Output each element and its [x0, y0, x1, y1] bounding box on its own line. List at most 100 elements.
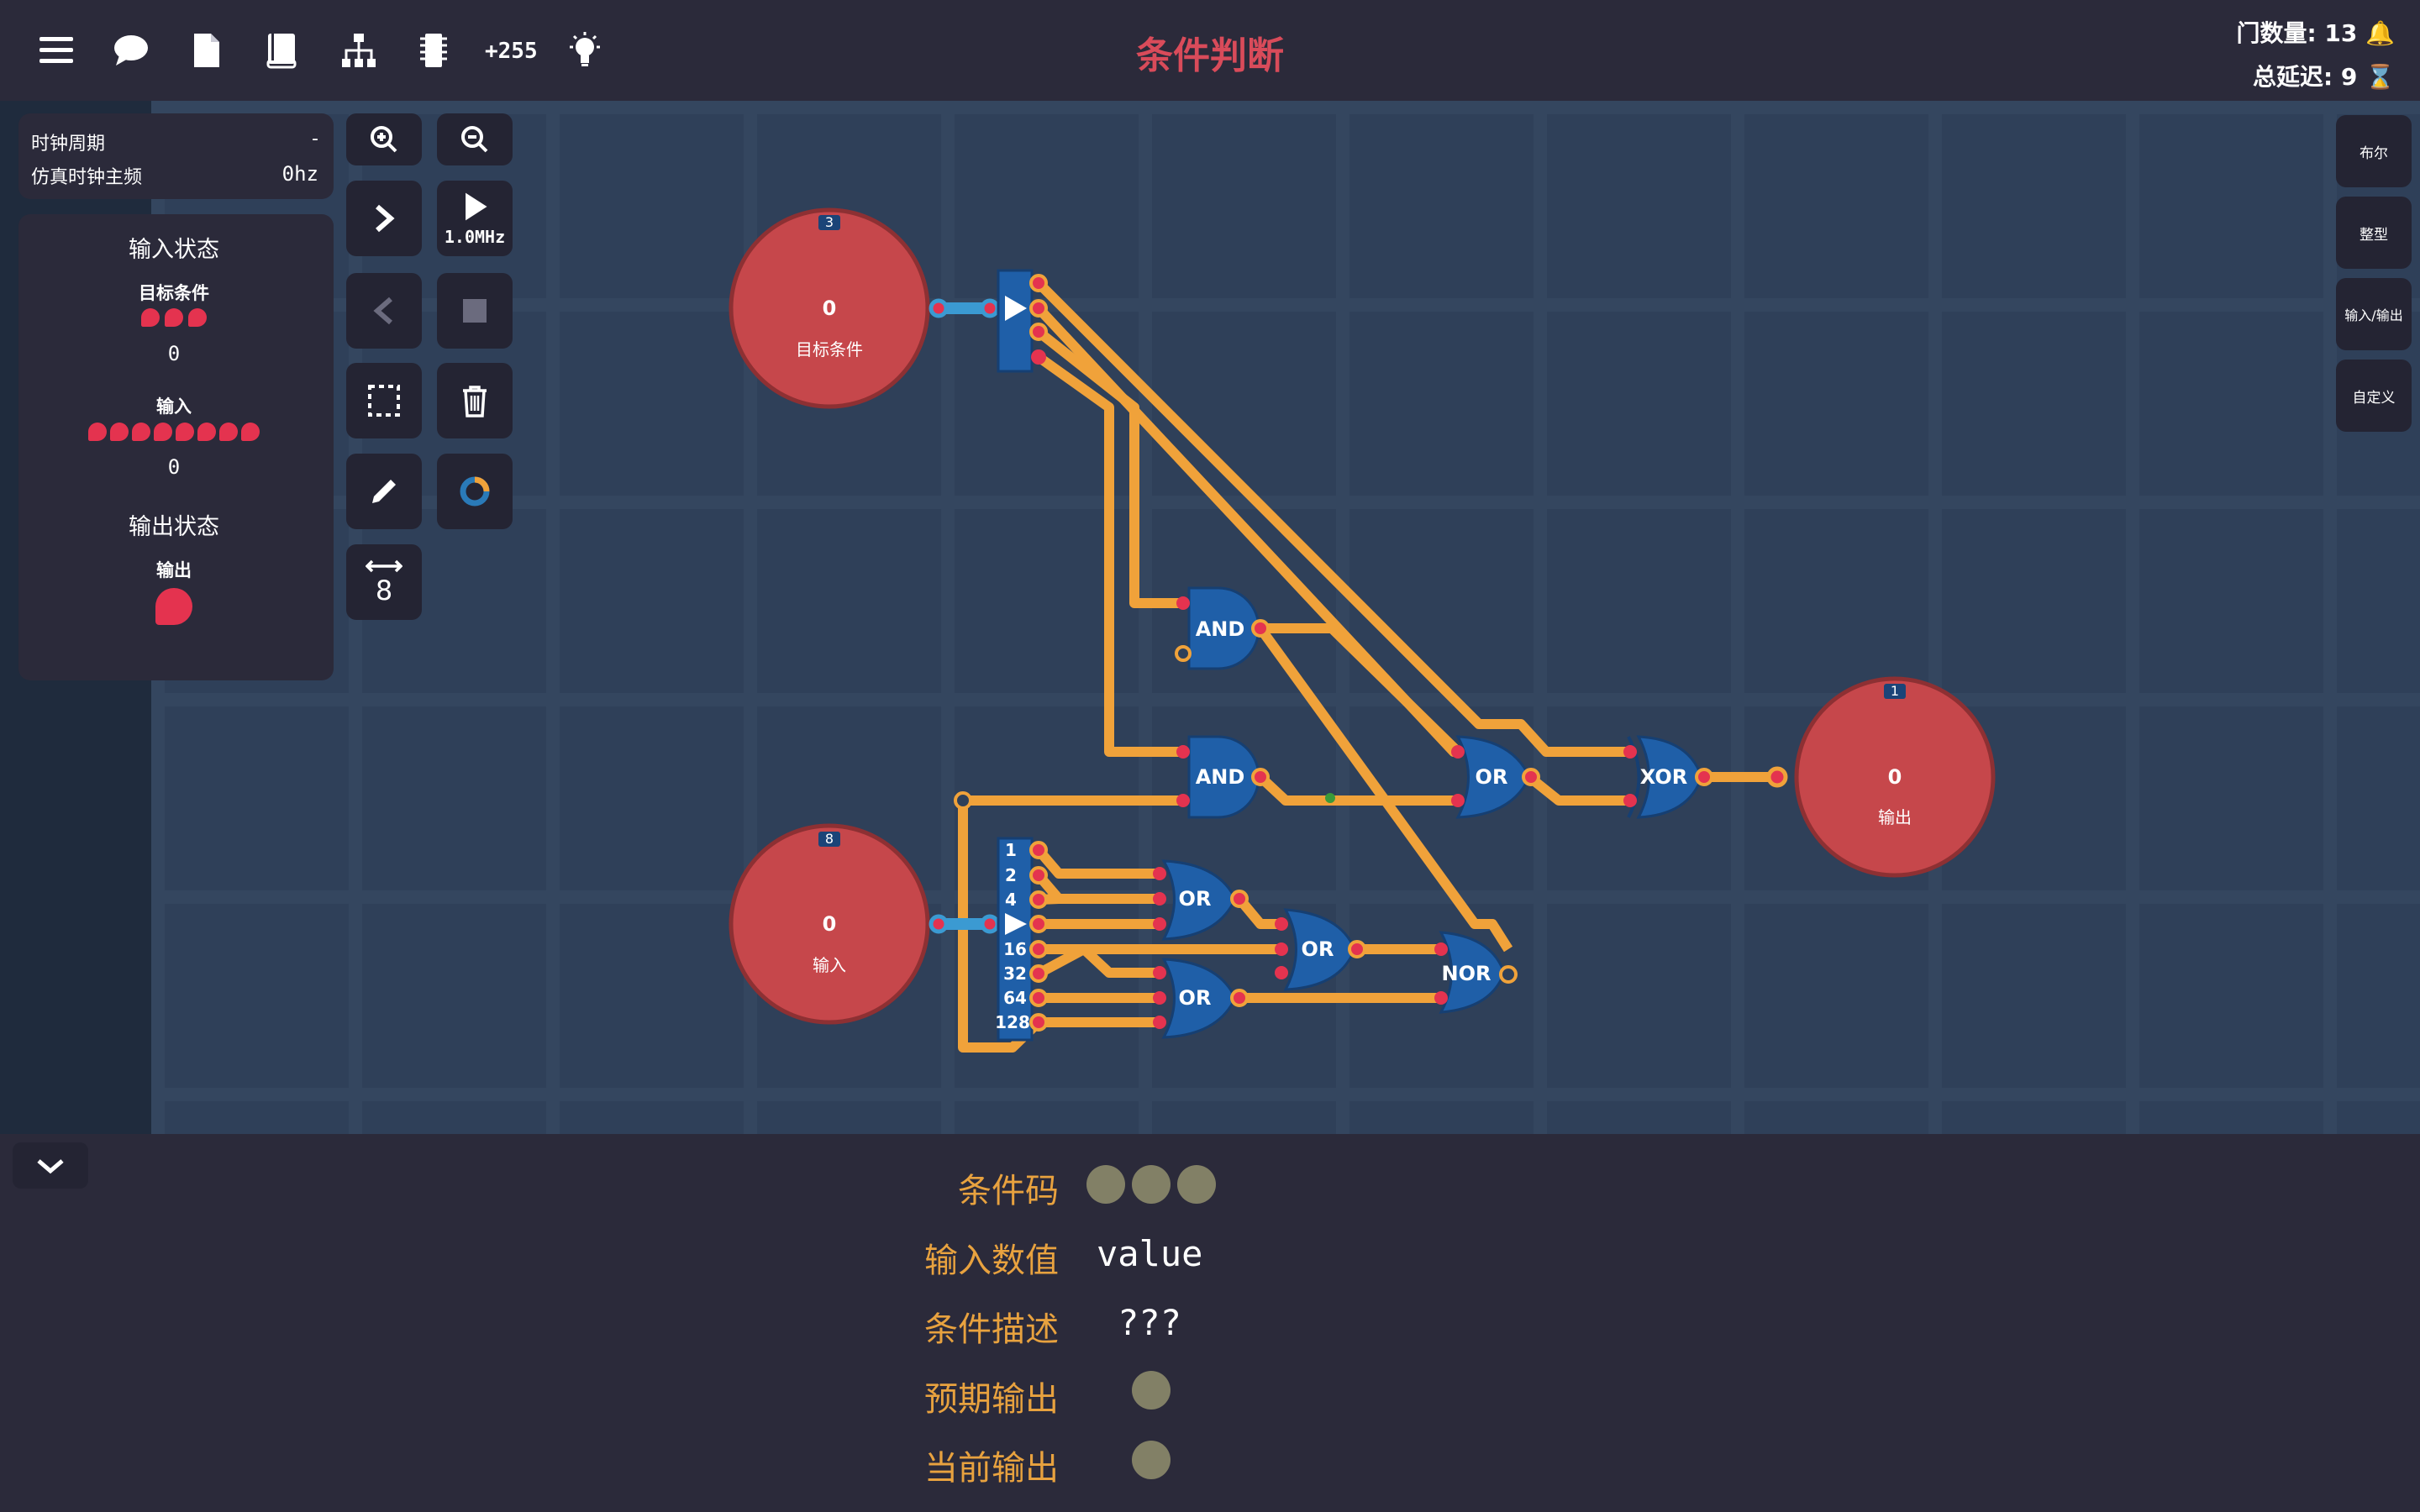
condition-bit: [1132, 1165, 1171, 1204]
bit-label-32: 32: [1003, 963, 1027, 984]
xor-gate-label: XOR: [1640, 765, 1688, 789]
output-pin: [155, 588, 192, 625]
chat-icon[interactable]: [106, 25, 156, 76]
stop-button[interactable]: [437, 273, 513, 349]
expected-output-label: 预期输出: [924, 1380, 1059, 1419]
tab-integer[interactable]: 整型: [2336, 197, 2412, 269]
total-delay-text: 总延迟: 9: [2252, 63, 2358, 91]
select-button[interactable]: [346, 363, 422, 438]
bit-label-4: 4: [1005, 890, 1017, 910]
selection-icon: [368, 385, 400, 417]
zoom-in-button[interactable]: [346, 113, 422, 165]
tab-io[interactable]: 输入/输出: [2336, 278, 2412, 350]
input-node-badge: 8: [825, 831, 834, 847]
speed-label: 1.0MHz: [444, 227, 506, 247]
tab-boolean[interactable]: 布尔: [2336, 115, 2412, 187]
nor-gate-label: NOR: [1442, 962, 1491, 985]
input-pins[interactable]: [18, 423, 329, 444]
target-pin[interactable]: [141, 308, 160, 327]
clock-freq-value: 0hz: [281, 162, 318, 186]
input-pin[interactable]: [219, 423, 238, 441]
input-node[interactable]: 8 0 输入: [729, 823, 930, 1025]
chip-icon[interactable]: [408, 25, 459, 76]
input-pin[interactable]: [241, 423, 260, 441]
target-condition-value: 0: [167, 342, 181, 365]
or-gate-main-label: OR: [1476, 765, 1508, 789]
io-state-panel: 输入状态 目标条件 0 输入 0 输出状态 输出: [18, 214, 334, 680]
condition-code-bits: [1086, 1165, 1223, 1207]
collapse-button[interactable]: [13, 1142, 88, 1189]
current-output-indicator: [1132, 1441, 1177, 1483]
bit-label-8: 8: [1005, 915, 1017, 935]
output-state-title: 输出状态: [129, 514, 219, 540]
bell-icon: 🔔: [2365, 19, 2395, 47]
input-pin[interactable]: [88, 423, 107, 441]
zoom-out-button[interactable]: [437, 113, 513, 165]
target-node-value: 0: [823, 297, 837, 320]
wire-junction: [954, 791, 972, 810]
color-button[interactable]: [437, 454, 513, 529]
condition-desc-label: 条件描述: [924, 1310, 1059, 1349]
page-title: 条件判断: [1136, 34, 1284, 77]
bit-label-1: 1: [1005, 840, 1017, 860]
target-condition-label: 目标条件: [139, 283, 209, 303]
step-back-button[interactable]: [346, 273, 422, 349]
document-icon[interactable]: [181, 25, 231, 76]
target-node-badge: 3: [825, 214, 834, 230]
target-node[interactable]: 3 0 目标条件: [729, 207, 930, 409]
input-node-label: 输入: [813, 955, 846, 975]
output-label: 输出: [156, 560, 192, 580]
zoom-in-icon: [371, 126, 397, 153]
tab-custom[interactable]: 自定义: [2336, 360, 2412, 432]
target-pin[interactable]: [165, 308, 183, 327]
or-gate-2-label: OR: [1302, 937, 1334, 961]
bit-label-128: 128: [995, 1012, 1030, 1032]
bit-label-64: 64: [1003, 988, 1027, 1008]
output-node[interactable]: 1 0 输出: [1794, 676, 1996, 878]
output-node-label: 输出: [1878, 807, 1912, 827]
input-value-text: value: [1097, 1233, 1203, 1274]
input-pin[interactable]: [197, 423, 216, 441]
condition-code-label: 条件码: [958, 1172, 1059, 1210]
gate-count: 门数量: 13 🔔: [2236, 15, 2395, 49]
bit-label-2: 2: [1005, 865, 1017, 885]
total-delay: 总延迟: 9 ⌛: [2253, 59, 2395, 92]
expected-output-indicator: [1132, 1371, 1177, 1413]
output-node-badge: 1: [1891, 683, 1899, 699]
clock-period-value: -: [312, 129, 318, 150]
target-node-label: 目标条件: [796, 339, 863, 360]
input-pin[interactable]: [154, 423, 172, 441]
delete-button[interactable]: [437, 363, 513, 438]
condition-bit: [1086, 1165, 1125, 1204]
wire-width-button[interactable]: 8: [346, 544, 422, 620]
hierarchy-icon[interactable]: [334, 25, 384, 76]
and-gate-1-label: AND: [1196, 617, 1245, 641]
trash-icon: [463, 386, 487, 417]
hourglass-icon: ⌛: [2365, 63, 2395, 91]
current-output-dot: [1132, 1441, 1171, 1479]
clock-period-label: 时钟周期: [31, 134, 106, 155]
menu-icon[interactable]: [31, 25, 82, 76]
counter-label[interactable]: +255: [485, 39, 538, 64]
book-icon[interactable]: [256, 25, 307, 76]
step-forward-button[interactable]: [346, 181, 422, 256]
pencil-button[interactable]: [346, 454, 422, 529]
lightbulb-icon[interactable]: [560, 25, 610, 76]
wire-width-value: 8: [375, 575, 393, 606]
target-pin[interactable]: [188, 308, 207, 327]
input-pin[interactable]: [110, 423, 129, 441]
color-ring-icon: [460, 476, 490, 507]
and-gate-2-label: AND: [1196, 765, 1245, 789]
output-node-value: 0: [1888, 765, 1902, 789]
play-icon: [466, 192, 487, 221]
input-pin[interactable]: [176, 423, 194, 441]
target-condition-pins[interactable]: [18, 308, 329, 330]
input-value: 0: [167, 455, 181, 479]
clock-panel: 时钟周期 - 仿真时钟主频 0hz: [18, 113, 334, 199]
input-state-title: 输入状态: [129, 237, 219, 263]
pencil-icon: [372, 480, 396, 503]
play-button[interactable]: 1.0MHz: [437, 181, 513, 256]
level-info-panel: 条件码 输入数值 value 条件描述 ??? 预期输出 当前输出: [0, 1134, 2420, 1512]
chevron-down-icon: [37, 1158, 64, 1173]
input-pin[interactable]: [132, 423, 150, 441]
